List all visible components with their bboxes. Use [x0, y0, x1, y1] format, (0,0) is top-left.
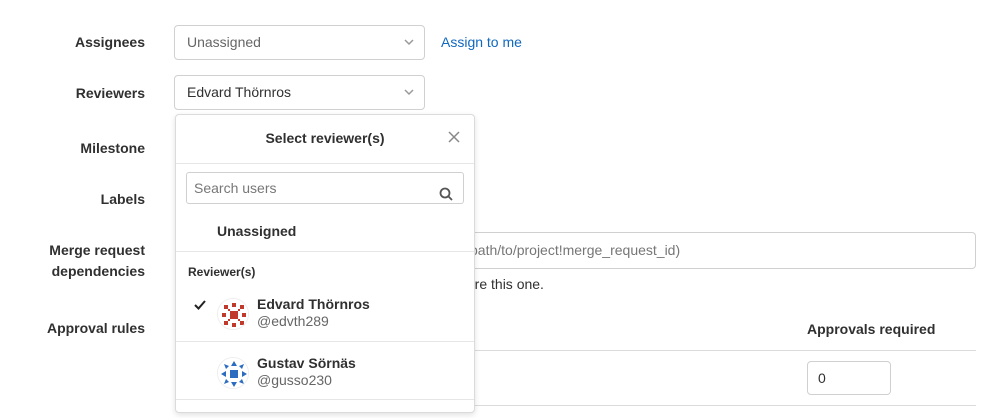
dropdown-divider [176, 399, 474, 400]
search-users-input[interactable]: Search users [186, 172, 464, 204]
list-item[interactable]: Gustav Sörnäs @gusso230 [176, 355, 474, 411]
unassigned-option[interactable]: Unassigned [217, 223, 296, 239]
reviewers-label: Reviewers [75, 85, 145, 101]
user-handle: @edvth289 [257, 313, 329, 329]
dropdown-divider [176, 251, 474, 252]
user-name: Edvard Thörnros [257, 296, 370, 312]
check-icon [194, 298, 206, 314]
user-handle: @gusso230 [257, 372, 332, 388]
reviewers-select[interactable]: Edvard Thörnros [174, 75, 425, 110]
table-divider [440, 405, 976, 406]
mr-dependencies-label-line1: Merge request [49, 242, 145, 258]
approvals-required-heading: Approvals required [807, 321, 936, 337]
assignees-select-value: Unassigned [187, 34, 261, 50]
search-icon [439, 181, 453, 201]
reviewers-dropdown: Select reviewer(s) Search users Unassign… [175, 114, 475, 413]
labels-label: Labels [100, 191, 145, 207]
mr-dependencies-hint: fore this one. [463, 276, 544, 292]
assign-to-me-link[interactable]: Assign to me [441, 34, 522, 50]
dropdown-divider [176, 341, 474, 342]
assignees-select[interactable]: Unassigned [174, 25, 425, 60]
assignees-label: Assignees [74, 34, 145, 50]
milestone-label: Milestone [80, 140, 145, 156]
list-item[interactable]: Edvard Thörnros @edvth289 [176, 296, 474, 352]
user-name: Gustav Sörnäs [257, 355, 356, 371]
mr-dependencies-input[interactable]: path/to/project!merge_request_id) [440, 232, 976, 269]
mr-dependencies-placeholder: path/to/project!merge_request_id) [470, 242, 681, 258]
approval-rules-label: Approval rules [46, 320, 145, 336]
dropdown-header: Select reviewer(s) [176, 115, 474, 164]
mr-dependencies-label-line2: dependencies [51, 263, 145, 279]
reviewers-section-title: Reviewer(s) [188, 265, 256, 279]
table-divider [440, 350, 976, 351]
chevron-down-icon [404, 26, 414, 72]
close-icon[interactable] [446, 129, 462, 145]
dropdown-title: Select reviewer(s) [265, 130, 385, 146]
approvals-required-input[interactable]: 0 [807, 361, 891, 395]
mr-dependencies-label: Merge request dependencies [49, 240, 145, 282]
avatar [217, 357, 249, 389]
search-users-placeholder: Search users [194, 180, 277, 196]
avatar [217, 298, 249, 330]
reviewers-select-value: Edvard Thörnros [187, 84, 292, 100]
